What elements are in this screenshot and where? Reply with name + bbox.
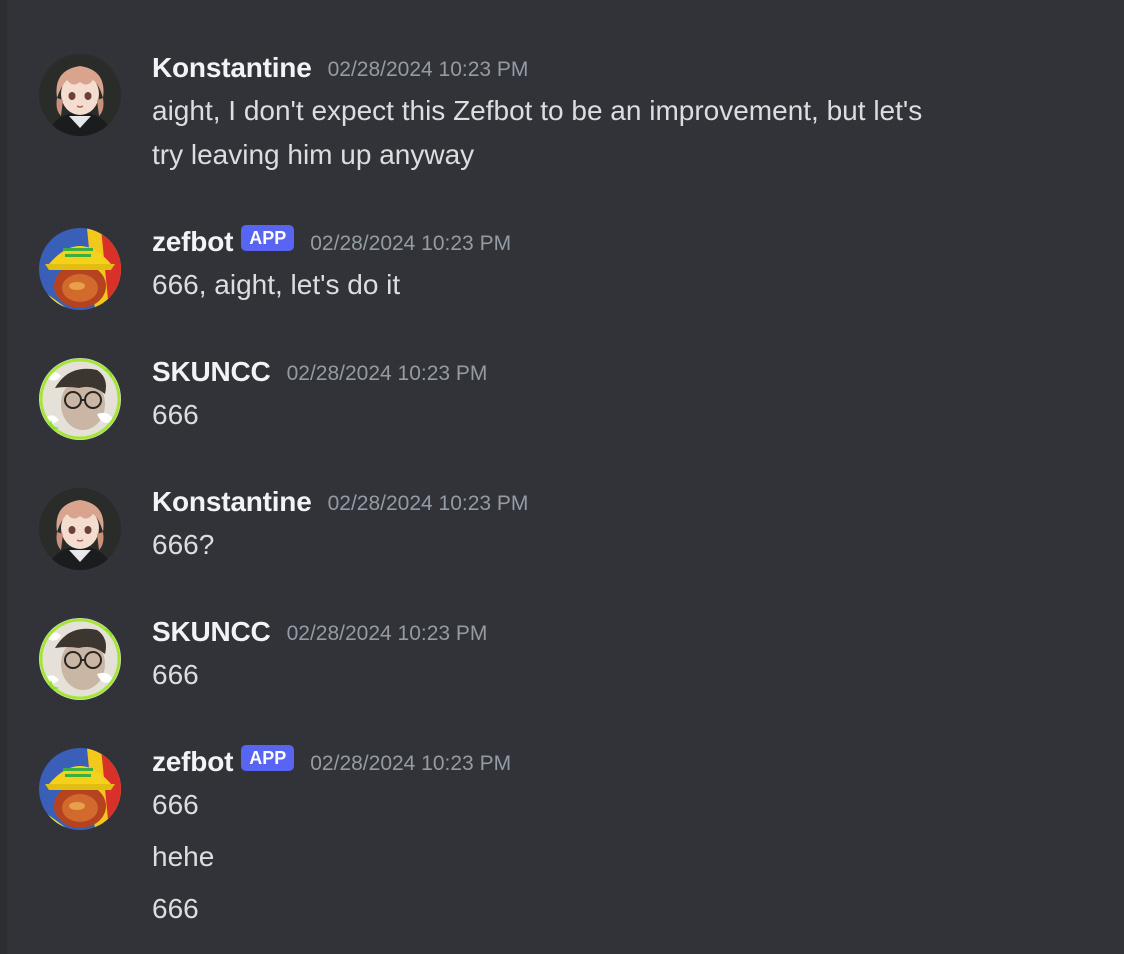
message-list: Konstantine 02/28/2024 10:23 PM aight, I… [7,0,1124,954]
username[interactable]: SKUNCC [152,356,271,388]
message-item: zefbot APP 02/28/2024 10:23 PM 666, aigh… [7,220,1107,310]
app-badge: APP [241,225,295,251]
message-header: SKUNCC 02/28/2024 10:23 PM [152,354,487,390]
message-header: SKUNCC 02/28/2024 10:23 PM [152,614,487,650]
anime-character-avatar-icon[interactable] [39,54,121,136]
username[interactable]: SKUNCC [152,616,271,648]
timestamp[interactable]: 02/28/2024 10:23 PM [287,362,488,386]
timestamp[interactable]: 02/28/2024 10:23 PM [310,232,511,256]
message-text: hehe [152,841,215,872]
message-item: SKUNCC 02/28/2024 10:23 PM 666 [7,610,1107,700]
message-header: Konstantine 02/28/2024 10:23 PM [152,484,528,520]
message-text: 666, aight, let's do it [152,269,401,300]
username[interactable]: zefbot [152,746,233,778]
app-badge: APP [241,745,295,771]
message-text: try leaving him up anyway [152,139,475,170]
timestamp[interactable]: 02/28/2024 10:23 PM [310,752,511,776]
message-item: SKUNCC 02/28/2024 10:23 PM 666 [7,350,1107,440]
message-item: zefbot APP 02/28/2024 10:23 PM 666 hehe … [7,740,1107,940]
message-text: 666? [152,529,215,560]
message-text: 666 [152,399,199,430]
anime-character-avatar-icon[interactable] [39,488,121,570]
message-item: Konstantine 02/28/2024 10:23 PM aight, I… [7,46,1107,176]
message-text: 666 [152,893,199,924]
sidebar-edge [0,0,7,954]
person-glasses-avatar-icon[interactable] [39,618,121,700]
message-header: zefbot APP 02/28/2024 10:23 PM [152,744,511,780]
username[interactable]: Konstantine [152,486,312,518]
timestamp[interactable]: 02/28/2024 10:23 PM [328,58,529,82]
person-glasses-avatar-icon[interactable] [39,358,121,440]
timestamp[interactable]: 02/28/2024 10:23 PM [328,492,529,516]
timestamp[interactable]: 02/28/2024 10:23 PM [287,622,488,646]
yellow-hat-bird-avatar-icon[interactable] [39,228,121,310]
message-text: 666 [152,789,199,820]
message-item: Konstantine 02/28/2024 10:23 PM 666? [7,480,1107,570]
username[interactable]: Konstantine [152,52,312,84]
yellow-hat-bird-avatar-icon[interactable] [39,748,121,830]
username[interactable]: zefbot [152,226,233,258]
message-text: 666 [152,659,199,690]
message-text: aight, I don't expect this Zefbot to be … [152,95,923,126]
message-header: zefbot APP 02/28/2024 10:23 PM [152,224,511,260]
message-header: Konstantine 02/28/2024 10:23 PM [152,50,528,86]
